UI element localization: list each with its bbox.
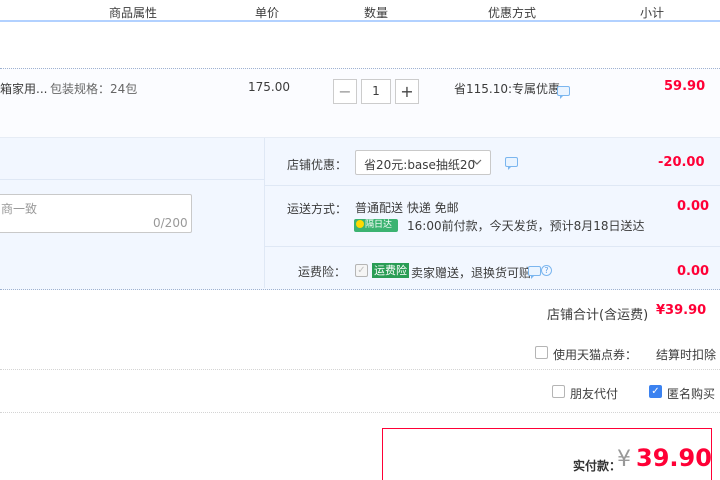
item-discount: 省115.10:专属优惠: [454, 82, 561, 96]
item-subtotal: 59.90: [664, 79, 706, 94]
insurance-badge: 运费险: [372, 263, 409, 278]
shop-total-value: ¥39.90: [656, 303, 707, 318]
chevron-down-icon: [472, 159, 482, 165]
header-col-attributes: 商品属性: [109, 6, 158, 20]
clock-icon: [356, 220, 364, 228]
shop-total-label: 店铺合计(含运费): [547, 308, 649, 323]
buyer-message-input[interactable]: 商一致 0/200: [0, 194, 192, 233]
shop-coupon-amount: -20.00: [658, 155, 705, 170]
chat-icon[interactable]: [557, 86, 570, 99]
quantity-stepper: − 1 +: [333, 79, 419, 104]
quantity-decrease-button[interactable]: −: [333, 79, 357, 104]
payment-summary-box: 实付款： ¥ 39.90: [382, 428, 712, 480]
shipping-amount: 0.00: [677, 199, 710, 214]
payment-amount: 39.90: [636, 444, 712, 472]
insurance-label: 运费险：: [298, 265, 347, 279]
help-icon[interactable]: ?: [541, 265, 552, 276]
shop-coupon-selected: 省20元:base抽纸20: [364, 158, 476, 172]
quantity-input[interactable]: 1: [361, 79, 391, 104]
header-col-discount: 优惠方式: [488, 6, 537, 20]
tmall-coupon-label: 使用天猫点券：: [553, 348, 638, 362]
chat-icon[interactable]: [505, 157, 518, 170]
item-unit-price: 175.00: [248, 80, 290, 94]
anonymous-checkbox[interactable]: ✓: [649, 385, 662, 398]
shop-coupon-label: 店铺优惠：: [287, 158, 348, 172]
buyer-message-placeholder: 商一致: [1, 202, 38, 216]
tmall-coupon-deduct: 结算时扣除: [656, 348, 717, 362]
buyer-message-counter: 0/200: [153, 216, 188, 230]
tmall-coupon-checkbox[interactable]: [535, 346, 548, 359]
payment-currency: ¥: [617, 447, 631, 472]
payment-label: 实付款：: [573, 459, 622, 473]
friend-pay-checkbox[interactable]: [552, 385, 565, 398]
item-name[interactable]: 箱家用...: [0, 80, 47, 97]
item-attribute: 包装规格：24包: [50, 82, 138, 96]
anonymous-label: 匿名购买: [667, 387, 716, 401]
friend-pay-label: 朋友代付: [570, 387, 619, 401]
insurance-amount: 0.00: [677, 264, 710, 279]
quantity-increase-button[interactable]: +: [395, 79, 419, 104]
shipping-method: 普通配送 快递 免邮: [355, 201, 459, 215]
insurance-checkbox: ✓: [355, 264, 368, 277]
shop-coupon-select[interactable]: 省20元:base抽纸20: [355, 150, 491, 175]
order-table-header: 商品属性 单价 数量 优惠方式 小计: [0, 0, 720, 22]
shipping-label: 运送方式：: [287, 202, 348, 216]
chat-icon[interactable]: [528, 266, 541, 279]
shipping-note: 16:00前付款，今天发货，预计8月18日送达: [407, 219, 645, 233]
header-col-unit-price: 单价: [255, 6, 280, 20]
header-col-subtotal: 小计: [640, 6, 665, 20]
insurance-text: 卖家赠送，退换货可赔: [411, 266, 532, 280]
header-col-quantity: 数量: [364, 6, 389, 20]
next-day-badge: 隔日达: [354, 219, 398, 232]
